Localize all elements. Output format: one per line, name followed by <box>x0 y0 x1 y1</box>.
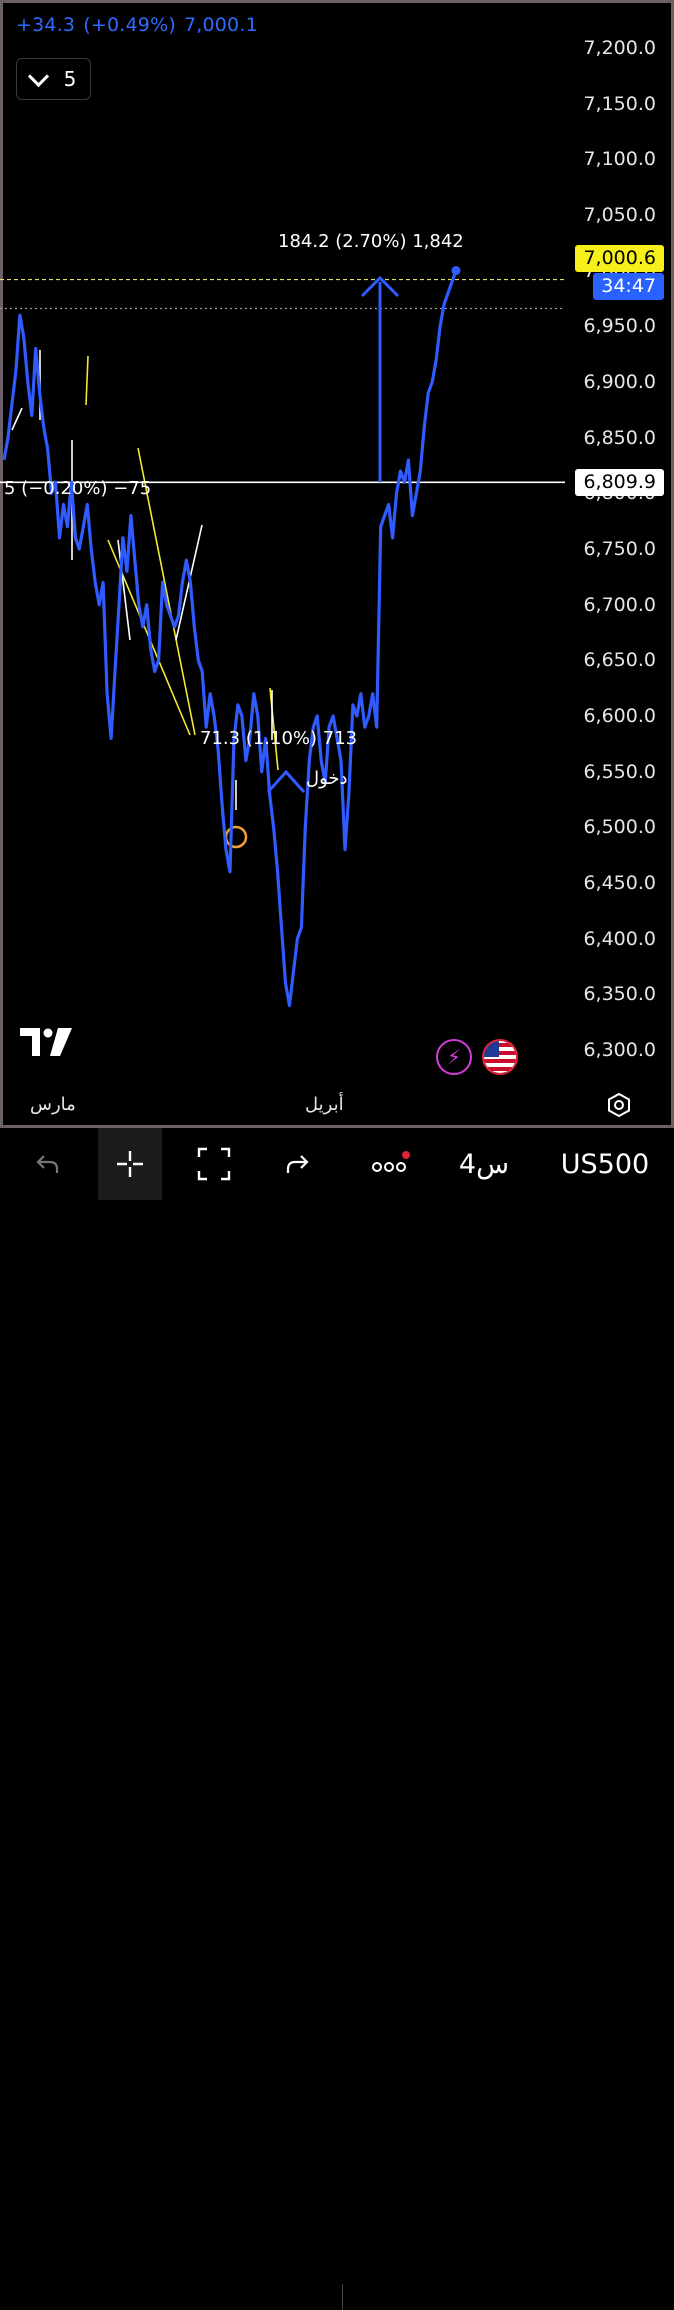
y-tick-label: 6,950.0 <box>583 315 656 338</box>
price-change-readout: +34.3 (+0.49%) 7,000.1 <box>16 14 266 36</box>
y-tick-label: 6,600.0 <box>583 705 656 727</box>
y-tick-label: 6,400.0 <box>583 927 656 950</box>
y-tick-label: 6,450.0 <box>583 872 656 894</box>
y-tick-label: 6,550.0 <box>583 760 656 783</box>
price-tag-blue: 34:47 <box>593 273 664 301</box>
bottom-toolbar: 4س US500 <box>0 1128 674 2310</box>
last-price: 7,000.1 <box>183 14 258 36</box>
y-tick-label: 7,100.0 <box>583 148 656 171</box>
settings-icon[interactable] <box>606 1092 632 1118</box>
y-tick-label: 7,200.0 <box>583 37 656 59</box>
toolbar-divider <box>342 2284 343 2310</box>
y-tick-label: 7,050.0 <box>583 204 656 226</box>
x-label-march: مارس <box>30 1094 76 1115</box>
lightning-icon[interactable]: ⚡ <box>436 1039 472 1075</box>
y-tick-label: 7,150.0 <box>583 92 656 115</box>
timeframe-button[interactable]: 4س <box>452 1128 516 1200</box>
entry-marker-circle <box>224 825 248 849</box>
price-chart[interactable] <box>0 0 674 1128</box>
change-percent: (+0.49%) <box>83 14 176 36</box>
price-tag-white: 6,809.9 <box>575 469 664 497</box>
change-value: +34.3 <box>16 14 76 36</box>
redo-icon[interactable] <box>280 1128 314 1200</box>
crosshair-icon[interactable] <box>98 1128 162 1200</box>
entry-arrowhead <box>266 769 306 794</box>
y-tick-label: 6,350.0 <box>583 983 656 1006</box>
us-flag-icon[interactable] <box>482 1039 518 1075</box>
tradingview-logo <box>20 1028 72 1060</box>
interval-dropdown[interactable]: 5 <box>16 58 91 100</box>
more-icon[interactable] <box>368 1128 414 1200</box>
interval-value: 5 <box>63 67 77 91</box>
x-label-april: أبريل <box>305 1094 344 1115</box>
measure-label-up: 184.2 (2.70%) 1,842 <box>278 231 464 252</box>
last-price-dot <box>451 266 461 276</box>
entry-label: دخول <box>306 768 348 789</box>
measure-label-flat: 5 (−0.20%) −75 <box>4 478 152 499</box>
y-tick-label: 6,900.0 <box>583 371 656 393</box>
measure-label-low: 71.3 (1.10%) 713 <box>200 728 358 749</box>
y-tick-label: 6,500.0 <box>583 816 656 839</box>
y-tick-label: 6,850.0 <box>583 426 656 449</box>
drawing-tool-line-6 <box>11 407 23 431</box>
undo-icon[interactable] <box>28 1128 68 1200</box>
drawing-tool-line-0 <box>85 355 89 406</box>
y-tick-label: 6,300.0 <box>583 1039 656 1061</box>
price-series-line <box>2 270 458 1008</box>
y-tick-label: 6,750.0 <box>583 538 656 560</box>
y-tick-label: 6,700.0 <box>583 593 656 616</box>
fullscreen-icon[interactable] <box>192 1128 236 1200</box>
price-tag-yellow: 7,000.6 <box>575 245 664 273</box>
chevron-down-icon <box>27 65 49 87</box>
symbol-button[interactable]: US500 <box>550 1128 660 1200</box>
y-tick-label: 6,650.0 <box>583 649 656 672</box>
